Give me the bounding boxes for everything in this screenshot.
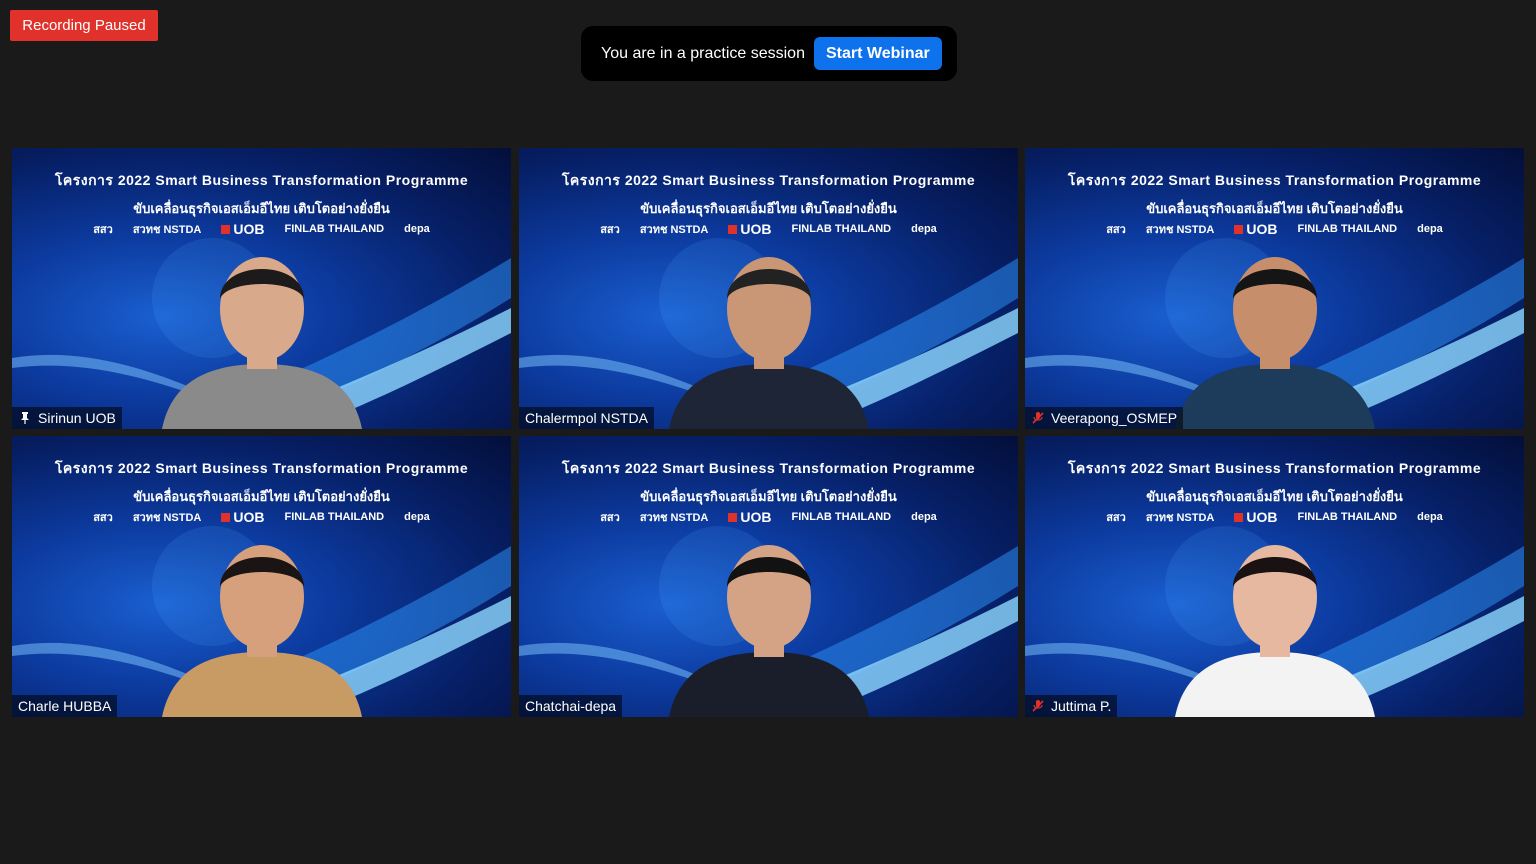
banner-subtitle: ขับเคลื่อนธุรกิจเอสเอ็มอีไทย เติบโตอย่าง… (640, 489, 897, 504)
practice-session-message: You are in a practice session (601, 44, 805, 62)
banner-title: โครงการ 2022 Smart Business Transformati… (561, 460, 976, 476)
logo-nstda: สวทช NSTDA (1145, 224, 1215, 236)
participant-video (1174, 257, 1375, 429)
logo-finlab: FINLAB THAILAND (1297, 511, 1398, 523)
logo-depa: depa (1417, 223, 1443, 235)
banner-subtitle: ขับเคลื่อนธุรกิจเอสเอ็มอีไทย เติบโตอย่าง… (1146, 201, 1403, 216)
logo-nstda: สวทช NSTDA (1145, 512, 1215, 524)
banner-title: โครงการ 2022 Smart Business Transformati… (54, 460, 469, 476)
sponsor-logos: สสว สวทช NSTDA UOB FINLAB THAILAND depa (519, 220, 1018, 238)
logo-uob: UOB (1234, 509, 1277, 525)
video-tile-6[interactable]: โครงการ 2022 Smart Business Transformati… (1025, 436, 1524, 717)
video-tile-5[interactable]: โครงการ 2022 Smart Business Transformati… (519, 436, 1018, 717)
banner-subtitle: ขับเคลื่อนธุรกิจเอสเอ็มอีไทย เติบโตอย่าง… (133, 489, 390, 504)
participant-name: Juttima P. (1051, 698, 1112, 714)
sponsor-logos: สสว สวทช NSTDA UOB FINLAB THAILAND depa (519, 508, 1018, 526)
video-tile-3[interactable]: โครงการ 2022 Smart Business Transformati… (1025, 148, 1524, 429)
pin-icon (21, 412, 29, 424)
logo-depa: depa (911, 223, 937, 235)
logo-osmep: สสว (93, 512, 113, 524)
logo-depa: depa (404, 511, 430, 523)
sponsor-logos: สสว สวทช NSTDA UOB FINLAB THAILAND depa (1025, 508, 1524, 526)
participant-video (161, 257, 362, 429)
participant-name: Chalermpol NSTDA (525, 410, 648, 426)
logo-osmep: สสว (600, 224, 620, 236)
participant-name-tag: Chalermpol NSTDA (519, 407, 654, 429)
participant-video (1174, 545, 1375, 717)
logo-nstda: สวทช NSTDA (132, 512, 202, 524)
programme-banner: โครงการ 2022 Smart Business Transformati… (12, 458, 511, 507)
participant-video (668, 545, 869, 717)
participant-name-tag: Veerapong_OSMEP (1025, 407, 1184, 429)
sponsor-logos: สสว สวทช NSTDA UOB FINLAB THAILAND depa (1025, 220, 1524, 238)
logo-osmep: สสว (1106, 512, 1126, 524)
logo-depa: depa (404, 223, 430, 235)
participant-name-tag: Chatchai-depa (519, 695, 623, 717)
programme-banner: โครงการ 2022 Smart Business Transformati… (12, 170, 511, 219)
logo-depa: depa (1417, 511, 1443, 523)
video-tile-2[interactable]: โครงการ 2022 Smart Business Transformati… (519, 148, 1018, 429)
logo-finlab: FINLAB THAILAND (791, 511, 892, 523)
recording-paused-badge[interactable]: Recording Paused (10, 10, 158, 41)
logo-finlab: FINLAB THAILAND (284, 223, 385, 235)
participant-video (668, 257, 869, 429)
banner-subtitle: ขับเคลื่อนธุรกิจเอสเอ็มอีไทย เติบโตอย่าง… (640, 201, 897, 216)
practice-session-bar: You are in a practice session Start Webi… (581, 26, 957, 81)
participant-name: Veerapong_OSMEP (1051, 410, 1178, 426)
start-webinar-button[interactable]: Start Webinar (813, 37, 942, 70)
banner-title: โครงการ 2022 Smart Business Transformati… (54, 172, 469, 188)
video-tile-4[interactable]: โครงการ 2022 Smart Business Transformati… (12, 436, 511, 717)
video-tile-1[interactable]: โครงการ 2022 Smart Business Transformati… (12, 148, 511, 429)
logo-nstda: สวทช NSTDA (132, 224, 202, 236)
logo-uob: UOB (728, 221, 771, 237)
logo-depa: depa (911, 511, 937, 523)
logo-osmep: สสว (93, 224, 113, 236)
banner-title: โครงการ 2022 Smart Business Transformati… (1067, 172, 1482, 188)
participant-video (161, 545, 362, 717)
logo-nstda: สวทช NSTDA (639, 224, 709, 236)
logo-osmep: สสว (1106, 224, 1126, 236)
banner-title: โครงการ 2022 Smart Business Transformati… (1067, 460, 1482, 476)
participant-name-tag: Charle HUBBA (12, 695, 118, 717)
sponsor-logos: สสว สวทช NSTDA UOB FINLAB THAILAND depa (12, 508, 511, 526)
programme-banner: โครงการ 2022 Smart Business Transformati… (1025, 170, 1524, 219)
banner-title: โครงการ 2022 Smart Business Transformati… (561, 172, 976, 188)
logo-finlab: FINLAB THAILAND (1297, 223, 1398, 235)
banner-subtitle: ขับเคลื่อนธุรกิจเอสเอ็มอีไทย เติบโตอย่าง… (1146, 489, 1403, 504)
programme-banner: โครงการ 2022 Smart Business Transformati… (519, 458, 1018, 507)
logo-uob: UOB (221, 221, 264, 237)
logo-uob: UOB (221, 509, 264, 525)
logo-finlab: FINLAB THAILAND (284, 511, 385, 523)
logo-nstda: สวทช NSTDA (639, 512, 709, 524)
participant-name: Sirinun UOB (38, 410, 116, 426)
sponsor-logos: สสว สวทช NSTDA UOB FINLAB THAILAND depa (12, 220, 511, 238)
logo-osmep: สสว (600, 512, 620, 524)
logo-finlab: FINLAB THAILAND (791, 223, 892, 235)
participant-name-tag: Juttima P. (1025, 695, 1118, 717)
logo-uob: UOB (728, 509, 771, 525)
programme-banner: โครงการ 2022 Smart Business Transformati… (1025, 458, 1524, 507)
participant-name-tag: Sirinun UOB (12, 407, 122, 429)
participant-name: Charle HUBBA (18, 698, 112, 714)
participant-name: Chatchai-depa (525, 698, 617, 714)
programme-banner: โครงการ 2022 Smart Business Transformati… (519, 170, 1018, 219)
mic-muted-icon (1032, 412, 1044, 424)
logo-uob: UOB (1234, 221, 1277, 237)
mic-muted-icon (1032, 700, 1044, 712)
banner-subtitle: ขับเคลื่อนธุรกิจเอสเอ็มอีไทย เติบโตอย่าง… (133, 201, 390, 216)
